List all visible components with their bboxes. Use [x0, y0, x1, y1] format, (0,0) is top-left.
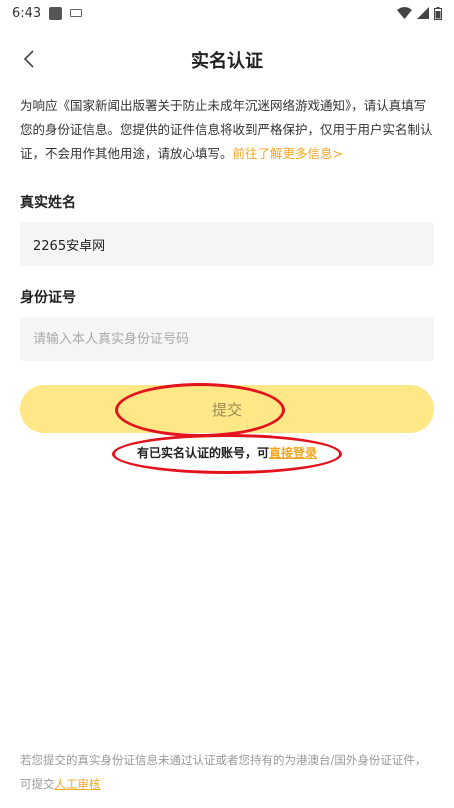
notification-icon	[49, 6, 63, 20]
notice-body: 为响应《国家新闻出版署关于防止未成年沉迷网络游戏通知》，请认真填写您的身份证信息…	[20, 98, 433, 161]
page-title: 实名认证	[191, 51, 263, 72]
notice-text: 为响应《国家新闻出版署关于防止未成年沉迷网络游戏通知》，请认真填写您的身份证信息…	[20, 94, 436, 166]
login-prefix: 有已实名认证的账号，可	[136, 446, 269, 460]
id-label: 身份证号	[20, 290, 76, 306]
manual-review-link[interactable]: 人工审核	[55, 777, 101, 791]
status-time: 6:43	[12, 5, 42, 21]
id-field-box	[20, 317, 434, 361]
battery-icon	[434, 6, 442, 20]
wifi-icon	[397, 7, 412, 19]
login-line: 有已实名认证的账号，可直接登录	[0, 444, 454, 461]
name-field-box	[20, 222, 434, 266]
header: 实名认证	[0, 38, 454, 80]
keyboard-icon	[70, 9, 83, 17]
direct-login-link[interactable]: 直接登录	[269, 446, 317, 460]
id-number-input[interactable]	[31, 330, 423, 348]
signal-icon	[417, 7, 429, 19]
status-left: 6:43	[12, 5, 83, 21]
screen: 6:43 实名认证 为响应《国家新闻出版署关于防止未成年沉迷网络游戏通知》，请认…	[0, 0, 454, 808]
learn-more-link[interactable]: 前往了解更多信息>	[233, 146, 343, 161]
status-right	[397, 6, 442, 20]
submit-button[interactable]: 提交	[20, 385, 434, 433]
name-input[interactable]	[31, 235, 423, 253]
footer-text: 若您提交的真实身份证信息未通过认证或者您持有的为港澳台/国外身份证证件，可提交人…	[20, 748, 436, 796]
status-bar: 6:43	[0, 0, 454, 26]
name-label: 真实姓名	[20, 195, 76, 211]
